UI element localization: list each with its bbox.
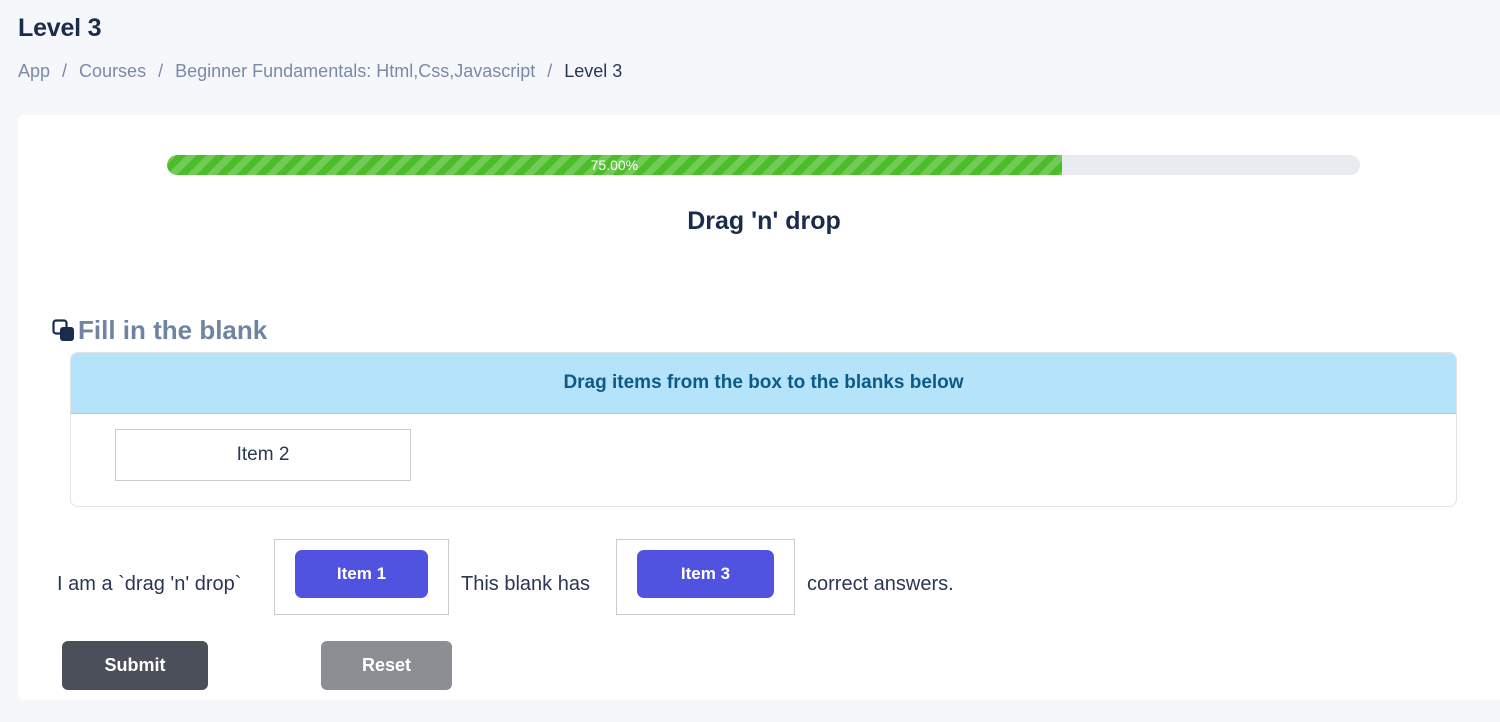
page-title: Level 3 (18, 14, 102, 42)
activity-title: Drag 'n' drop (687, 207, 841, 235)
progress-bar: 75.00% (167, 155, 1360, 175)
sentence-text: I am a `drag 'n' drop` (57, 572, 242, 595)
fill-in-sentence: I am a `drag 'n' drop` Item 1 This blank… (18, 539, 1500, 615)
reset-button[interactable]: Reset (321, 641, 452, 690)
blank-drop-zone-2[interactable]: Item 3 (616, 539, 795, 615)
breadcrumb-current: Level 3 (564, 61, 623, 81)
placed-item-chip[interactable]: Item 1 (295, 550, 428, 598)
breadcrumb-course[interactable]: Beginner Fundamentals: Html,Css,Javascri… (175, 61, 535, 82)
drag-source-box: Drag items from the box to the blanks be… (70, 352, 1457, 507)
breadcrumb-separator: / (547, 61, 553, 81)
drag-item-pool[interactable]: Item 2 (71, 414, 1456, 506)
breadcrumb-app[interactable]: App (18, 61, 50, 82)
drag-instructions: Drag items from the box to the blanks be… (71, 353, 1456, 414)
sentence-text: This blank has (461, 572, 590, 595)
submit-button[interactable]: Submit (62, 641, 208, 690)
breadcrumb-separator: / (158, 61, 164, 81)
section-heading: Fill in the blank (51, 315, 267, 346)
lesson-card: 75.00% Drag 'n' drop Fill in the blank D… (18, 115, 1500, 700)
section-heading-label: Fill in the blank (78, 315, 268, 345)
blank-drop-zone-1[interactable]: Item 1 (274, 539, 449, 615)
sentence-text: correct answers. (807, 572, 954, 595)
copy-squares-icon (51, 318, 77, 344)
progress-label: 75.00% (590, 157, 639, 173)
breadcrumb-courses[interactable]: Courses (79, 61, 146, 82)
draggable-item[interactable]: Item 2 (115, 429, 411, 481)
breadcrumb-separator: / (62, 61, 68, 81)
placed-item-chip[interactable]: Item 3 (637, 550, 774, 598)
breadcrumb: App / Courses / Beginner Fundamentals: H… (18, 61, 622, 82)
